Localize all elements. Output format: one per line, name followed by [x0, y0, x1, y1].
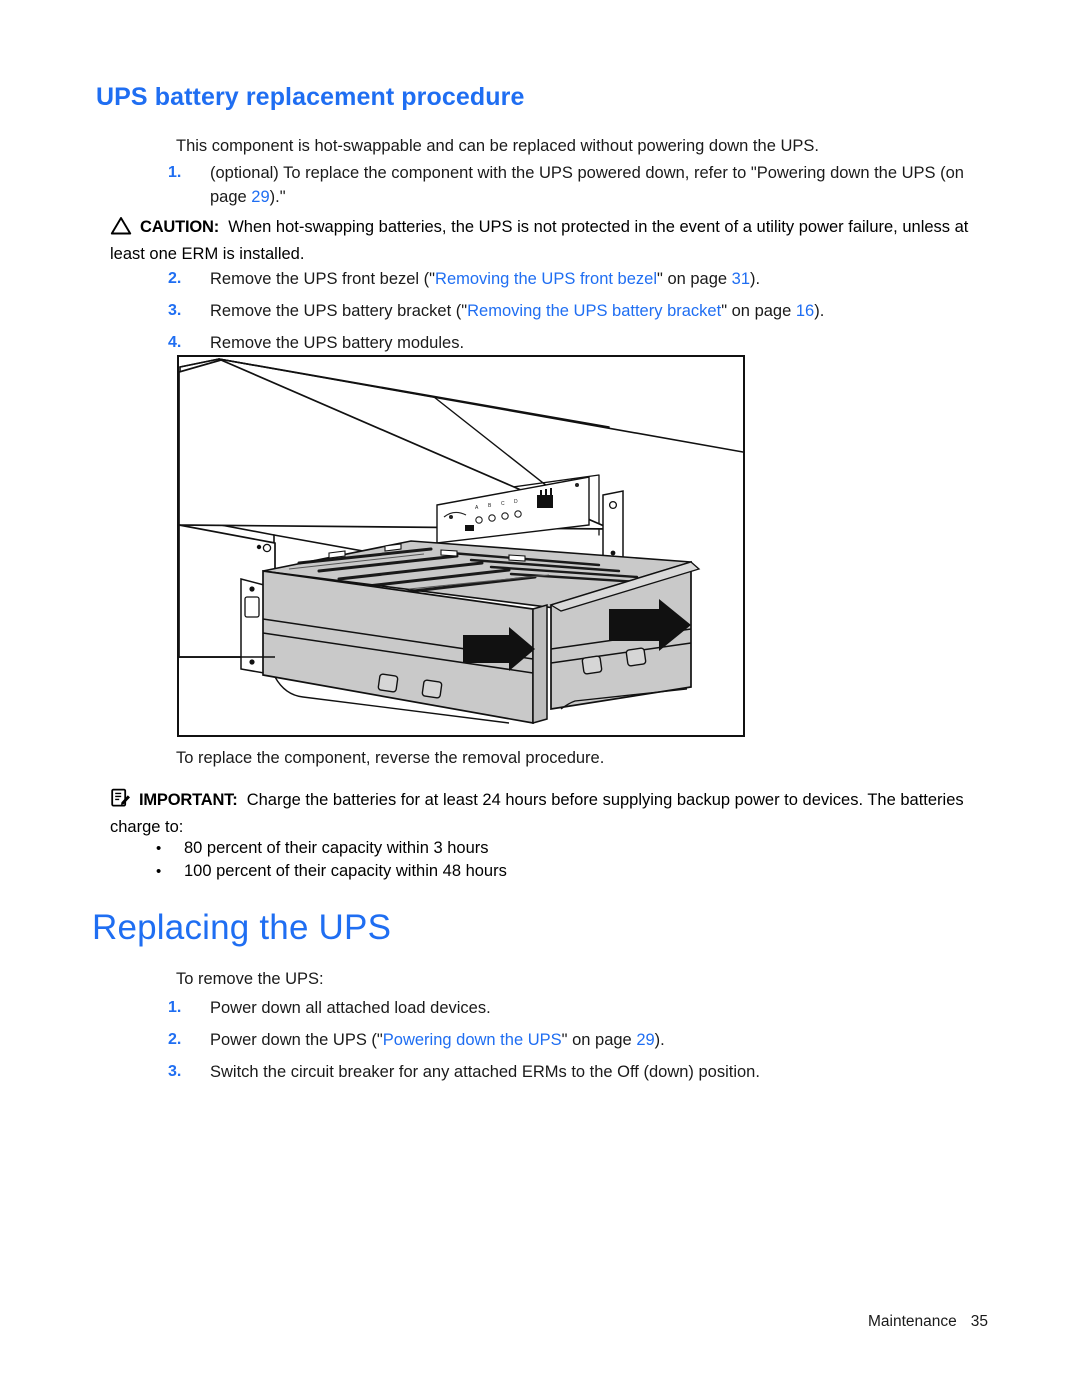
step-number: 1.: [168, 164, 182, 181]
bullet-icon: •: [156, 863, 162, 880]
step-text-before: Remove the UPS front bezel (": [210, 270, 436, 288]
page-ref-link[interactable]: 16: [796, 302, 814, 320]
intro-paragraph: This component is hot-swappable and can …: [176, 137, 819, 155]
list-item: • 100 percent of their capacity within 4…: [152, 860, 972, 883]
document-page: UPS battery replacement procedure This c…: [0, 0, 1080, 1397]
ups-battery-module-removal-illustration: A B C D: [177, 355, 745, 737]
step-text: Power down all attached load devices.: [210, 999, 491, 1017]
step-text-after: ).": [269, 188, 286, 206]
page-ref-link[interactable]: 29: [636, 1031, 654, 1049]
step-text: Remove the UPS battery bracket ("Removin…: [210, 299, 988, 323]
step-text: Switch the circuit breaker for any attac…: [210, 1063, 760, 1081]
step-text-mid: " on page: [657, 270, 732, 288]
notepad-pencil-icon: [110, 787, 131, 815]
cross-ref-link[interactable]: Powering down the UPS: [383, 1031, 562, 1049]
step-text-before: (optional) To replace the component with…: [210, 164, 964, 206]
list-item: 1. Power down all attached load devices.: [168, 996, 988, 1020]
important-body: IMPORTANT: Charge the batteries for at l…: [110, 787, 990, 839]
page-ref-link[interactable]: 31: [732, 270, 750, 288]
list-item: • 80 percent of their capacity within 3 …: [152, 837, 972, 860]
caution-notice: CAUTION: When hot-swapping batteries, th…: [110, 215, 990, 266]
step-text-after: ).: [654, 1031, 665, 1049]
page-ref-link[interactable]: 29: [251, 188, 269, 206]
step-text: Power down the UPS ("Powering down the U…: [210, 1028, 988, 1052]
warning-triangle-icon: [110, 216, 132, 242]
important-text: Charge the batteries for at least 24 hou…: [110, 791, 964, 836]
step-number: 2.: [168, 270, 182, 287]
svg-text:C: C: [501, 501, 505, 507]
bullet-icon: •: [156, 840, 162, 857]
step-number: 2.: [168, 1031, 182, 1048]
bullet-text: 80 percent of their capacity within 3 ho…: [184, 839, 489, 857]
replacing-intro: To remove the UPS:: [176, 970, 324, 988]
list-item: 3. Switch the circuit breaker for any at…: [168, 1060, 988, 1084]
step-number: 4.: [168, 334, 182, 351]
list-item: 2. Remove the UPS front bezel ("Removing…: [168, 267, 988, 291]
bullet-text: 100 percent of their capacity within 48 …: [184, 862, 507, 880]
footer-chapter: Maintenance: [867, 1313, 957, 1330]
important-label: IMPORTANT:: [139, 791, 238, 809]
page-footer: Maintenance 35: [868, 1313, 988, 1331]
replacing-steps: 1. Power down all attached load devices.…: [168, 996, 988, 1092]
list-item: 2. Power down the UPS ("Powering down th…: [168, 1028, 988, 1052]
caution-text: When hot-swapping batteries, the UPS is …: [110, 218, 969, 263]
step-text-after: ).: [814, 302, 825, 320]
step-text: Remove the UPS front bezel ("Removing th…: [210, 267, 988, 291]
step-text: Remove the UPS battery modules.: [210, 334, 465, 352]
footer-page-number: 35: [970, 1313, 988, 1330]
list-item: 3. Remove the UPS battery bracket ("Remo…: [168, 299, 988, 323]
page-title: UPS battery replacement procedure: [96, 83, 525, 111]
svg-text:D: D: [514, 499, 518, 505]
cross-ref-link[interactable]: Removing the UPS front bezel: [435, 270, 657, 288]
important-notice: IMPORTANT: Charge the batteries for at l…: [110, 787, 990, 839]
caution-body: CAUTION: When hot-swapping batteries, th…: [110, 215, 990, 266]
list-item: 1. (optional) To replace the component w…: [168, 161, 988, 209]
step-text-mid: " on page: [561, 1031, 637, 1049]
caution-label: CAUTION:: [140, 218, 220, 236]
step-number: 1.: [168, 999, 182, 1016]
step-number: 3.: [168, 302, 182, 319]
list-item: 4. Remove the UPS battery modules.: [168, 331, 988, 355]
step-text: (optional) To replace the component with…: [210, 161, 988, 209]
step-number: 3.: [168, 1063, 182, 1080]
step-text-before: Power down the UPS (": [210, 1031, 383, 1049]
battery-steps-part2: 2. Remove the UPS front bezel ("Removing…: [168, 267, 988, 363]
step-text-after: ).: [750, 270, 761, 288]
cross-ref-link[interactable]: Removing the UPS battery bracket: [467, 302, 721, 320]
step-text-mid: " on page: [721, 302, 796, 320]
battery-steps-part1: 1. (optional) To replace the component w…: [168, 161, 988, 217]
reverse-procedure-note: To replace the component, reverse the re…: [176, 749, 605, 767]
step-text-before: Remove the UPS battery bracket (": [210, 302, 468, 320]
charge-capacity-list: • 80 percent of their capacity within 3 …: [152, 837, 972, 883]
chapter-title: Replacing the UPS: [92, 908, 392, 947]
